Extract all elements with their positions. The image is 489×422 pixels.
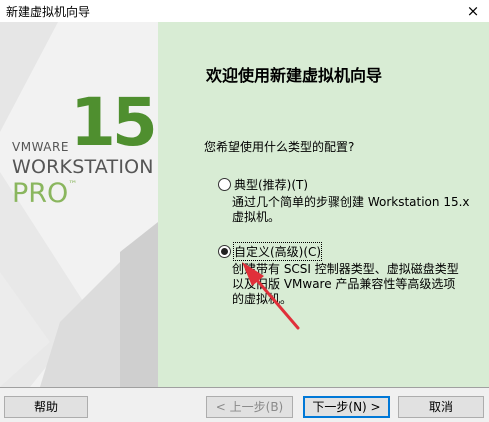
- wizard-heading: 欢迎使用新建虚拟机向导: [206, 66, 383, 85]
- edition-label: PRO: [12, 178, 69, 209]
- close-button[interactable]: ×: [463, 1, 483, 21]
- typical-option-label[interactable]: 典型(推荐)(T): [234, 176, 308, 193]
- description-line: 创建带有 SCSI 控制器类型、虚拟磁盘类型: [232, 262, 459, 276]
- custom-option[interactable]: 自定义(高级)(C): [218, 242, 323, 261]
- vendor-name: VMWARE: [12, 140, 69, 154]
- typical-option-description: 通过几个简单的步骤创建 Workstation 15.x 虚拟机。: [232, 195, 482, 225]
- typical-option[interactable]: 典型(推荐)(T): [218, 176, 308, 193]
- back-button[interactable]: < 上一步(B): [206, 396, 293, 418]
- typical-radio-button[interactable]: [218, 178, 231, 191]
- footer-divider: [0, 387, 489, 388]
- cancel-button[interactable]: 取消: [398, 396, 484, 418]
- custom-radio-button[interactable]: [218, 245, 231, 258]
- branding-panel: 15 VMWARE WORKSTATION PRO™: [0, 22, 158, 387]
- custom-option-description: 创建带有 SCSI 控制器类型、虚拟磁盘类型 以及旧版 VMware 产品兼容性…: [232, 262, 482, 307]
- description-line: 虚拟机。: [232, 210, 281, 224]
- title-bar: 新建虚拟机向导 ×: [0, 0, 489, 22]
- trademark-symbol: ™: [68, 180, 78, 190]
- help-button[interactable]: 帮助: [4, 396, 88, 418]
- wizard-window: 新建虚拟机向导 × 15 VMWARE WORKSTATION PRO™ 欢迎使…: [0, 0, 489, 422]
- custom-option-label[interactable]: 自定义(高级)(C): [232, 242, 323, 261]
- product-name: WORKSTATION: [12, 156, 154, 178]
- next-button[interactable]: 下一步(N) >: [303, 396, 390, 418]
- window-title: 新建虚拟机向导: [6, 5, 91, 19]
- version-number: 15: [70, 84, 158, 161]
- description-line: 以及旧版 VMware 产品兼容性等高级选项: [232, 277, 456, 291]
- edition-name: PRO™: [12, 178, 77, 209]
- description-line: 的虚拟机。: [232, 292, 293, 306]
- configuration-question: 您希望使用什么类型的配置?: [204, 140, 355, 154]
- content-panel: 欢迎使用新建虚拟机向导 您希望使用什么类型的配置? 典型(推荐)(T) 通过几个…: [158, 22, 489, 387]
- description-line: 通过几个简单的步骤创建 Workstation 15.x: [232, 195, 470, 209]
